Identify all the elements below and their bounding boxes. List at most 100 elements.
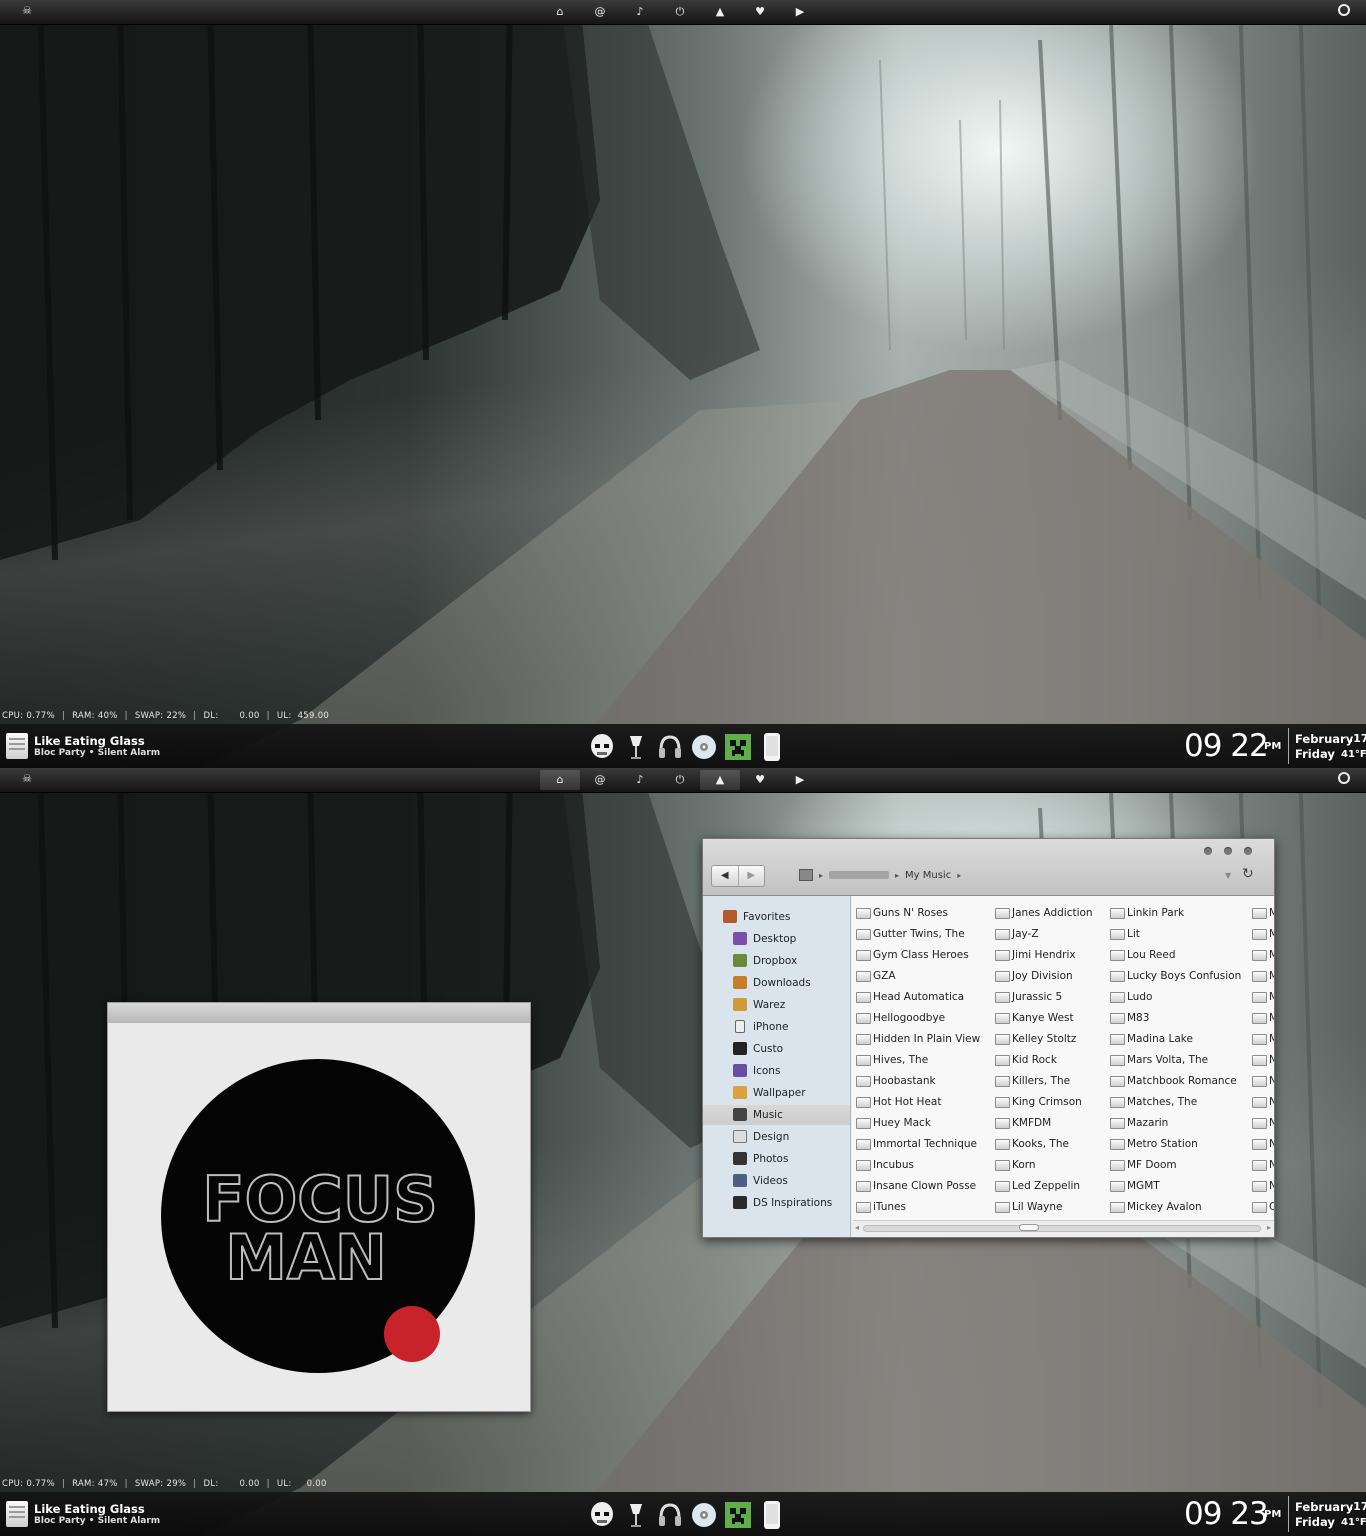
horizontal-scrollbar[interactable]: ◂ ▸	[853, 1220, 1274, 1237]
lamp-icon[interactable]	[619, 1499, 653, 1531]
top-bar-shortcuts: ⌂ @ ♪ ⏻ ▲ ♥ ▶	[540, 2, 820, 22]
music-note-icon[interactable]: ♪	[620, 2, 660, 22]
creeper-icon[interactable]	[721, 731, 755, 763]
sidebar-item-music[interactable]: Music	[703, 1105, 850, 1125]
folder-icon	[856, 1118, 871, 1129]
ds-inspirations-icon	[733, 1196, 747, 1209]
now-playing-title: Like Eating Glass	[34, 734, 145, 748]
refresh-icon[interactable]: ↻	[1242, 866, 1254, 882]
blurred-user-folder[interactable]	[829, 871, 890, 879]
folder-name: Immortal Technique	[873, 1138, 977, 1150]
folder-icon	[856, 1181, 871, 1192]
sidebar-header-favorites[interactable]: Favorites	[703, 907, 850, 927]
play-icon[interactable]: ▶	[780, 2, 820, 22]
back-button[interactable]: ◀	[712, 866, 738, 886]
folder-icon	[1110, 929, 1125, 940]
system-stats: CPU: 0.77% | RAM: 47% | SWAP: 29% | DL: 0.0…	[2, 1479, 327, 1489]
drive-icon[interactable]	[799, 869, 813, 881]
power-icon[interactable]	[1338, 4, 1350, 16]
lamp-icon[interactable]	[619, 731, 653, 763]
folder-icon	[1110, 1202, 1125, 1213]
disc-icon[interactable]	[687, 1499, 721, 1531]
photo-icon[interactable]: ▲	[700, 770, 740, 790]
folder-name: Gutter Twins, The	[873, 928, 965, 940]
disc-icon[interactable]	[687, 731, 721, 763]
close-button[interactable]	[1244, 847, 1252, 855]
sidebar-item-ds-inspirations[interactable]: DS Inspirations	[703, 1193, 850, 1213]
folder-name: MGMT	[1127, 1180, 1160, 1192]
folder-name: M	[1269, 1033, 1274, 1045]
folder-name: Matches, The	[1127, 1096, 1198, 1108]
clock-ampm: PM	[1264, 1509, 1282, 1520]
maximize-button[interactable]	[1224, 847, 1232, 855]
scrollbar-track[interactable]	[863, 1225, 1261, 1232]
photo-icon[interactable]: ▲	[700, 2, 740, 22]
sidebar-item-icons[interactable]: Icons	[703, 1061, 850, 1081]
power-icon[interactable]	[1338, 772, 1350, 784]
sidebar-item-desktop[interactable]: Desktop	[703, 929, 850, 949]
folder-name: Huey Mack	[873, 1117, 931, 1129]
top-menu-bar: ☠ ⌂ @ ♪ ⏻ ▲ ♥ ▶	[0, 0, 1366, 25]
clock-temperature: 41°F	[1341, 749, 1366, 760]
at-icon[interactable]: @	[580, 770, 620, 790]
home-icon[interactable]: ⌂	[540, 770, 580, 790]
sidebar-item-wallpaper[interactable]: Wallpaper	[703, 1083, 850, 1103]
clock-day: Friday	[1295, 747, 1335, 761]
folder-name: Madina Lake	[1127, 1033, 1193, 1045]
sidebar-item-photos[interactable]: Photos	[703, 1149, 850, 1169]
sidebar-item-design[interactable]: Design	[703, 1127, 850, 1147]
creeper-icon[interactable]	[721, 1499, 755, 1531]
folder-icon	[1252, 992, 1267, 1003]
sidebar-item-videos[interactable]: Videos	[703, 1171, 850, 1191]
folder-icon	[995, 1118, 1010, 1129]
forward-button[interactable]: ▶	[737, 866, 765, 886]
folder-icon	[1110, 1097, 1125, 1108]
sidebar-item-warez[interactable]: Warez	[703, 995, 850, 1015]
folder-icon	[1110, 1118, 1125, 1129]
system-stats: CPU: 0.77% | RAM: 40% | SWAP: 22% | DL: 0.0…	[2, 711, 330, 721]
top-menu-bar: ☠ ⌂ @ ♪ ⏻ ▲ ♥ ▶	[0, 768, 1366, 793]
heart-icon[interactable]: ♥	[740, 770, 780, 790]
plug-icon[interactable]: ⏻	[660, 2, 700, 22]
ul-label: UL:	[276, 711, 292, 721]
phone-icon[interactable]	[755, 1499, 789, 1531]
sidebar-item-iphone[interactable]: iPhone	[703, 1017, 850, 1037]
folder-name: N	[1269, 1054, 1274, 1066]
now-playing-artist: Bloc Party • Silent Alarm	[34, 1516, 161, 1526]
folder-icon	[856, 1097, 871, 1108]
stormtrooper-icon[interactable]	[585, 731, 619, 763]
wallpaper	[0, 0, 1366, 768]
folder-icon	[1110, 1013, 1125, 1024]
stormtrooper-icon[interactable]	[585, 1499, 619, 1531]
plug-icon[interactable]: ⏻	[660, 770, 700, 790]
skull-icon[interactable]: ☠	[20, 772, 34, 786]
folder-icon	[1252, 1076, 1267, 1087]
file-browser-window[interactable]: ◀ ▶ ▸ ▸ My Music ▸ ▼ ↻ Favorites Desktop	[702, 838, 1275, 1238]
sidebar-item-dropbox[interactable]: Dropbox	[703, 951, 850, 971]
scrollbar-thumb[interactable]	[1019, 1224, 1039, 1231]
folder-icon	[995, 929, 1010, 940]
breadcrumb-current[interactable]: My Music	[905, 870, 951, 881]
home-icon[interactable]: ⌂	[540, 2, 580, 22]
album-window-titlebar[interactable]	[108, 1003, 530, 1024]
minimize-button[interactable]	[1204, 847, 1212, 855]
skull-icon[interactable]: ☠	[20, 4, 34, 18]
at-icon[interactable]: @	[580, 2, 620, 22]
play-icon[interactable]: ▶	[780, 770, 820, 790]
phone-icon[interactable]	[755, 731, 789, 763]
heart-icon[interactable]: ♥	[740, 2, 780, 22]
headphones-icon[interactable]	[653, 731, 687, 763]
headphones-icon[interactable]	[653, 1499, 687, 1531]
sidebar-item-downloads[interactable]: Downloads	[703, 973, 850, 993]
folder-name: Janes Addiction	[1012, 907, 1093, 919]
videos-icon	[733, 1174, 747, 1187]
dl-value: 0.00	[239, 1479, 260, 1489]
address-dropdown-icon[interactable]: ▼	[1225, 871, 1231, 880]
dropbox-icon	[733, 954, 747, 967]
folder-icon	[1110, 908, 1125, 919]
music-note-icon[interactable]: ♪	[620, 770, 660, 790]
sidebar-item-custo[interactable]: Custo	[703, 1039, 850, 1059]
album-art-window[interactable]: FOCUS MAN	[107, 1002, 531, 1412]
dl-label: DL:	[203, 1479, 219, 1489]
custo-icon	[733, 1042, 747, 1055]
